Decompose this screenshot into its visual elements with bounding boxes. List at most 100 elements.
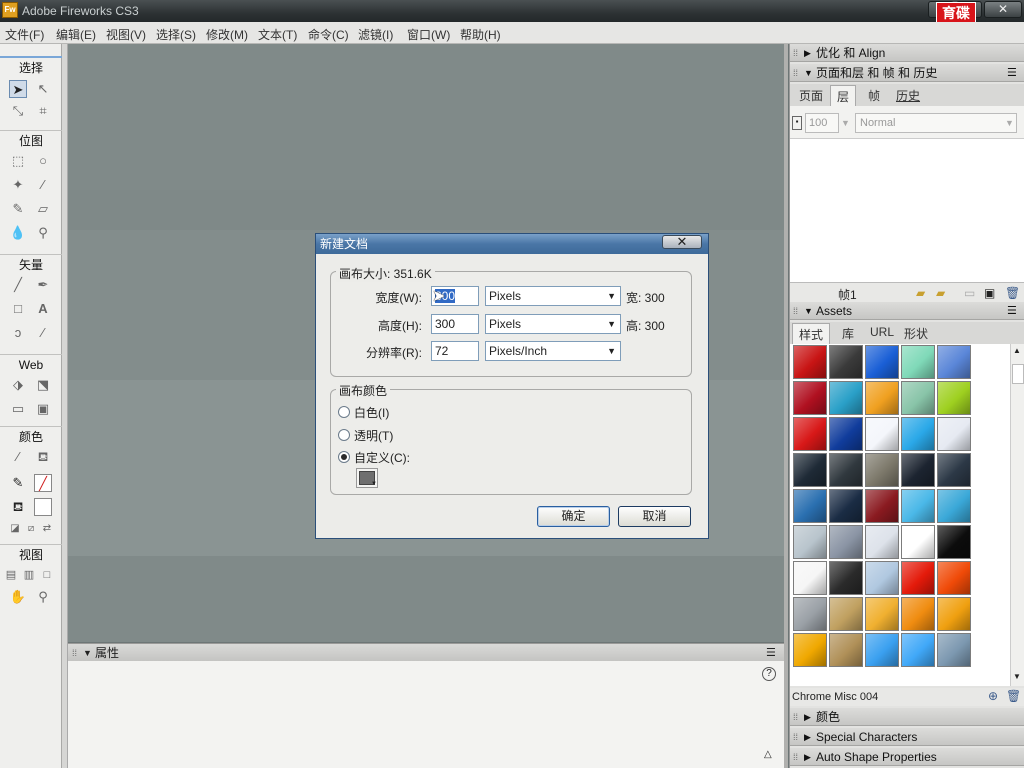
style-swatch[interactable] [829,417,863,451]
magic-wand-icon[interactable]: ✦ [9,176,27,194]
style-swatch[interactable] [829,561,863,595]
options-menu-icon[interactable]: ☰ [1007,64,1017,82]
expand-triangle-icon[interactable]: ▶ [804,44,811,62]
menu-help[interactable]: 帮助(H) [460,26,501,43]
style-swatch[interactable] [829,453,863,487]
tab-layers[interactable]: 层 [830,85,857,107]
transparent-option-label[interactable]: 透明(T) [354,427,393,444]
options-menu-icon[interactable]: ☰ [766,644,776,662]
style-swatch[interactable] [865,633,899,667]
subselection-tool-icon[interactable]: ↖ [34,80,52,98]
collapse-triangle-icon[interactable]: ▼ [804,64,813,82]
expand-triangle-icon[interactable]: ▶ [804,708,811,726]
zoom-tool-icon[interactable]: ⚲ [34,588,52,606]
layers-panel-header[interactable]: ⁞⁞ ▼ 页面和层 和 帧 和 历史 ☰ [790,64,1024,82]
add-style-icon[interactable]: ⊕ [988,689,998,703]
styles-scrollbar[interactable]: ▲ ▼ [1010,344,1024,686]
fill-color-icon[interactable]: ⛾ [9,498,27,516]
freeform-tool-icon[interactable]: ↄ [9,324,27,342]
style-swatch[interactable] [829,597,863,631]
menu-view[interactable]: 视图(V) [106,26,146,43]
tab-library[interactable]: 库 [842,325,854,342]
rectangle-tool-icon[interactable]: □ [9,300,27,318]
tab-frames[interactable]: 帧 [868,87,880,104]
dialog-title-bar[interactable]: 新建文档 [316,234,708,254]
style-swatch[interactable] [901,489,935,523]
style-swatch[interactable] [937,453,971,487]
menu-commands[interactable]: 命令(C) [308,26,349,43]
collapse-triangle-icon[interactable]: ▼ [83,644,92,662]
help-icon[interactable]: ? [762,667,776,681]
dialog-close-button[interactable]: ✕ [662,235,702,249]
options-menu-icon[interactable]: ☰ [1007,302,1017,320]
style-swatch[interactable] [793,381,827,415]
tab-pages[interactable]: 页面 [799,87,823,104]
style-swatch[interactable] [829,525,863,559]
resolution-input[interactable]: 72 [431,341,479,361]
style-swatch[interactable] [937,381,971,415]
style-swatch[interactable] [901,561,935,595]
properties-panel-header[interactable]: ⁞⁞ ▼ 属性 ☰ [68,643,784,661]
panel-divider[interactable] [784,44,788,768]
width-unit-select[interactable]: Pixels ▼ [485,286,621,306]
style-swatch[interactable] [901,597,935,631]
expand-triangle-icon[interactable]: ▶ [804,728,811,746]
text-tool-icon[interactable]: A [34,300,52,318]
fullscreen-menu-icon[interactable]: ▥ [20,566,38,584]
style-swatch[interactable] [865,525,899,559]
current-frame-label[interactable]: 帧1 [838,286,857,303]
cancel-button[interactable]: 取消 [618,506,691,527]
color-panel-header[interactable]: ⁞⁞ ▶ 颜色 [790,708,1024,726]
crop-tool-icon[interactable]: ⌗ [34,102,52,120]
style-swatch[interactable] [793,417,827,451]
new-folder-icon[interactable]: ▰ [936,286,945,300]
height-unit-select[interactable]: Pixels ▼ [485,314,621,334]
pointer-tool-icon[interactable]: ➤ [9,80,27,98]
menu-text[interactable]: 文本(T) [258,26,297,43]
paint-bucket-icon[interactable]: ⛾ [34,448,52,466]
standard-screen-icon[interactable]: ▤ [2,566,20,584]
optimize-panel-header[interactable]: ⁞⁞ ▶ 优化 和 Align [790,44,1024,62]
style-swatch[interactable] [865,345,899,379]
style-swatch[interactable] [865,561,899,595]
custom-radio[interactable] [338,451,350,463]
fullscreen-icon[interactable]: □ [38,566,56,584]
style-swatch[interactable] [793,453,827,487]
transparent-radio[interactable] [338,429,350,441]
scale-tool-icon[interactable]: ⤡ [9,102,27,120]
show-slices-icon[interactable]: ▣ [34,400,52,418]
style-swatch[interactable] [865,489,899,523]
resolution-unit-select[interactable]: Pixels/Inch ▼ [485,341,621,361]
height-input[interactable]: 300 [431,314,479,334]
style-swatch[interactable] [901,345,935,379]
hotspot-tool-icon[interactable]: ⬗ [9,376,27,394]
tab-shapes[interactable]: 形状 [904,325,928,342]
menu-window[interactable]: 窗口(W) [407,26,450,43]
scroll-thumb[interactable] [1012,364,1024,384]
style-swatch[interactable] [901,381,935,415]
style-swatch[interactable] [829,345,863,379]
new-layer-icon[interactable]: ▣ [984,286,995,300]
new-subfolder-icon[interactable]: ▰ [916,286,925,300]
style-swatch[interactable] [793,597,827,631]
style-swatch[interactable] [793,561,827,595]
style-swatch[interactable] [793,633,827,667]
lasso-tool-icon[interactable]: ○ [34,152,52,170]
marquee-tool-icon[interactable]: ⬚ [9,152,27,170]
knife-tool-icon[interactable]: ⁄ [34,324,52,342]
style-swatch[interactable] [865,381,899,415]
style-swatch[interactable] [901,633,935,667]
fill-color-swatch[interactable] [34,498,52,516]
eyedropper-icon[interactable]: ⁄ [9,448,27,466]
style-swatch[interactable] [829,489,863,523]
layer-lock-icon[interactable]: ▪ [792,116,802,130]
tab-url[interactable]: URL [870,325,894,339]
close-button[interactable]: ✕ [984,1,1022,18]
pen-tool-icon[interactable]: ✒ [34,276,52,294]
blur-tool-icon[interactable]: 💧 [9,224,27,242]
brush-tool-icon[interactable]: ⁄ [34,176,52,194]
eraser-tool-icon[interactable]: ▱ [34,200,52,218]
style-swatch[interactable] [937,525,971,559]
stroke-color-icon[interactable]: ✎ [9,474,27,492]
menu-modify[interactable]: 修改(M) [206,26,248,43]
